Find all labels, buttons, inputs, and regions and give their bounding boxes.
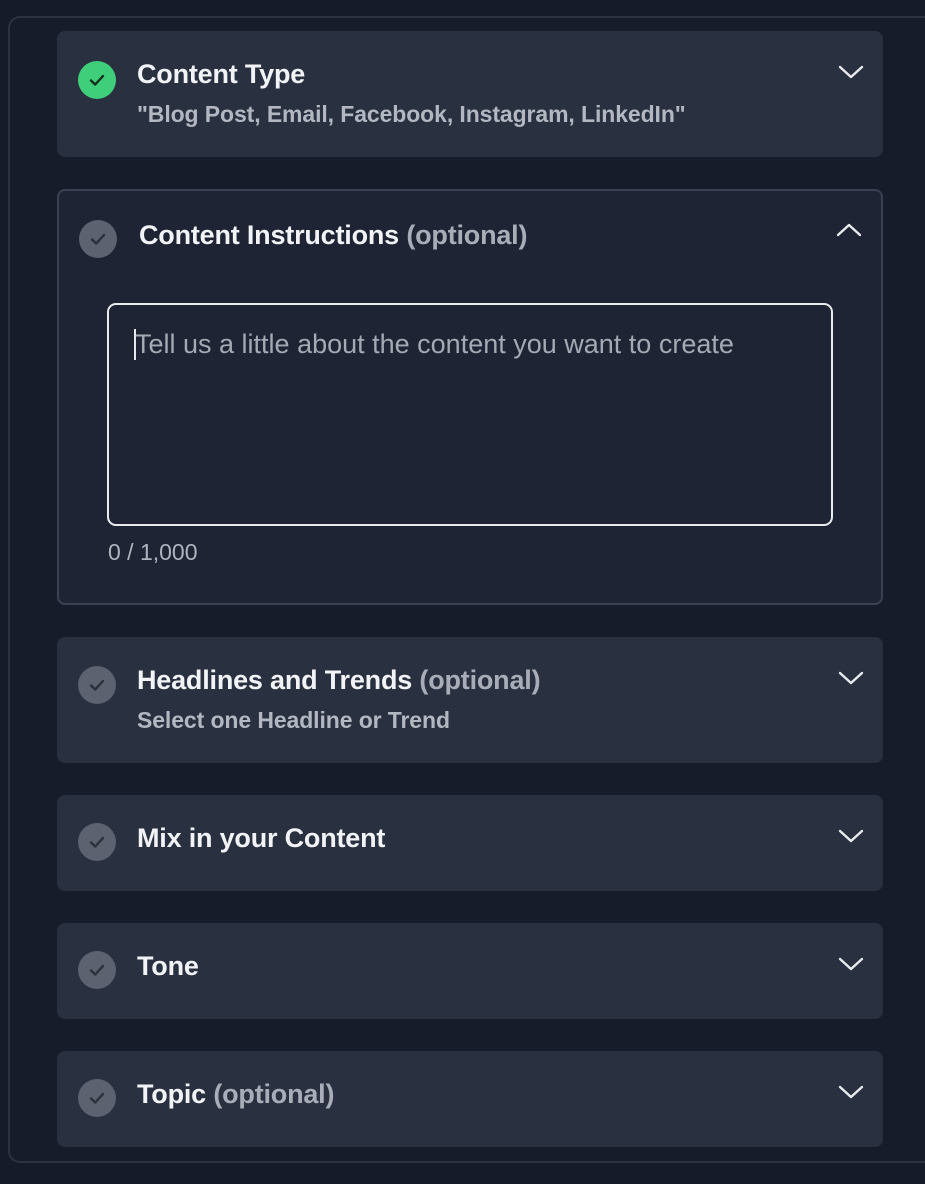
section-title: Mix in your Content xyxy=(137,823,386,853)
check-circle-gray-icon xyxy=(78,823,116,861)
optional-label: (optional) xyxy=(213,1079,335,1109)
section-title: Topic (optional) xyxy=(137,1079,335,1109)
check-circle-gray-icon xyxy=(78,666,116,704)
section-title: Headlines and Trends (optional) xyxy=(137,665,541,695)
section-title: Content Type xyxy=(137,59,306,89)
check-circle-gray-icon xyxy=(79,220,117,258)
check-circle-gray-icon xyxy=(78,951,116,989)
section-content-type[interactable]: Content Type "Blog Post, Email, Facebook… xyxy=(57,31,883,157)
section-tone[interactable]: Tone xyxy=(57,923,883,1019)
content-instructions-textarea[interactable] xyxy=(107,303,833,526)
optional-label: (optional) xyxy=(406,220,528,250)
chevron-down-icon[interactable] xyxy=(837,1082,865,1102)
check-circle-gray-icon xyxy=(78,1079,116,1117)
chevron-down-icon[interactable] xyxy=(837,668,865,688)
chevron-down-icon[interactable] xyxy=(837,62,865,82)
section-summary: Select one Headline or Trend xyxy=(137,707,450,733)
chevron-down-icon[interactable] xyxy=(837,826,865,846)
optional-label: (optional) xyxy=(419,665,541,695)
character-counter: 0 / 1,000 xyxy=(108,539,198,565)
text-caret xyxy=(134,329,136,360)
chevron-down-icon[interactable] xyxy=(837,954,865,974)
section-summary: "Blog Post, Email, Facebook, Instagram, … xyxy=(137,101,686,127)
section-title: Tone xyxy=(137,951,199,981)
check-circle-green-icon xyxy=(78,61,116,99)
section-mix-content[interactable]: Mix in your Content xyxy=(57,795,883,891)
chevron-up-icon[interactable] xyxy=(835,220,863,240)
section-topic[interactable]: Topic (optional) xyxy=(57,1051,883,1147)
section-title: Content Instructions (optional) xyxy=(139,220,528,250)
section-content-instructions: Content Instructions (optional) 0 / 1,00… xyxy=(57,189,883,605)
section-headlines-trends[interactable]: Headlines and Trends (optional) Select o… xyxy=(57,637,883,763)
